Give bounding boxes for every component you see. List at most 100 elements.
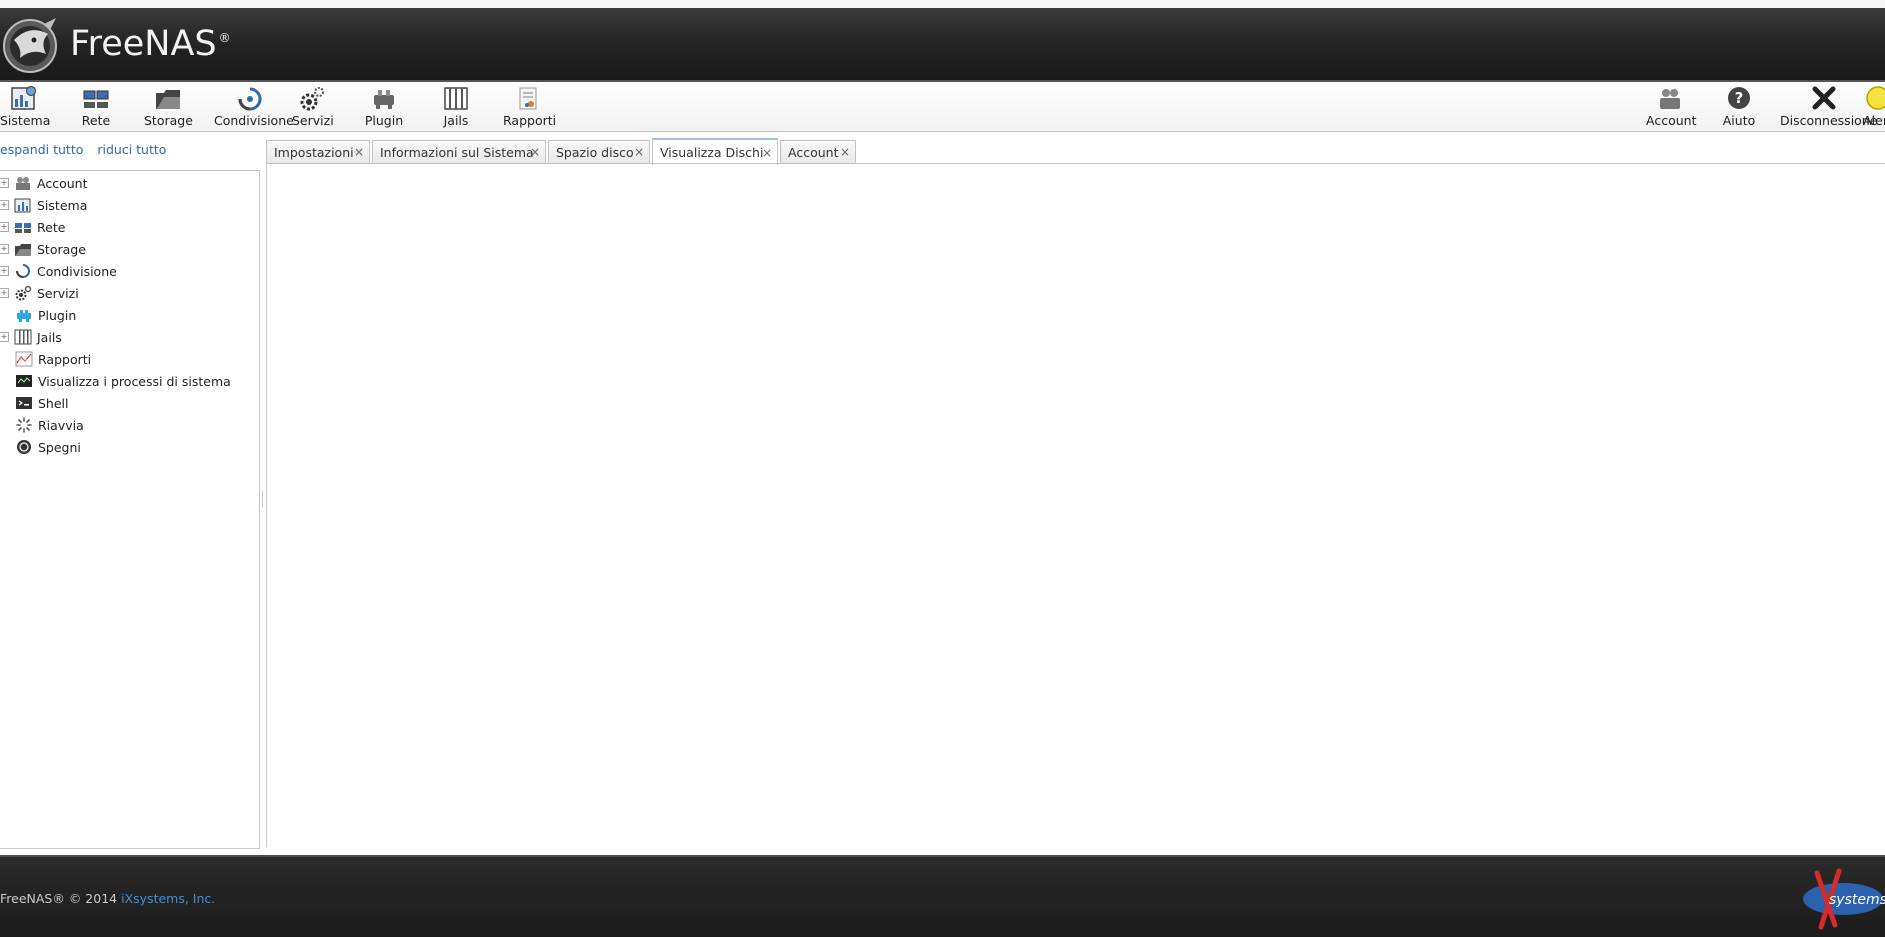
svg-text:?: ? xyxy=(1735,89,1744,107)
account-icon xyxy=(1660,89,1680,109)
toolbar-label: Disconnessione xyxy=(1780,113,1878,128)
services-gear-icon xyxy=(15,285,32,301)
tab-label: Informazioni sul Sistema xyxy=(380,144,534,160)
tree-item-plugin[interactable]: Plugin xyxy=(0,305,76,325)
tab-impostazioni[interactable]: Impostazioni × xyxy=(266,140,370,163)
tree-item-label: Shell xyxy=(38,395,69,411)
toolbar-jails-button[interactable]: Jails xyxy=(440,82,472,130)
toolbar-account-button[interactable]: Account xyxy=(1646,82,1697,130)
expand-toggle[interactable]: + xyxy=(0,266,9,276)
close-icon[interactable]: × xyxy=(530,145,540,159)
toolbar-disconnessione-button[interactable]: Disconnessione xyxy=(1780,82,1878,130)
toolbar-aiuto-button[interactable]: ? Aiuto xyxy=(1722,82,1756,130)
tree-item-label: Storage xyxy=(37,241,86,257)
tree-item-label: Visualizza i processi di sistema xyxy=(38,373,231,389)
navigation-tree: + Account + Sistema + Rete + Storage + C… xyxy=(0,170,260,849)
ixsystems-link[interactable]: iXsystems, Inc. xyxy=(121,891,215,906)
copyright-text: FreeNAS® © 2014 iXsystems, Inc. xyxy=(0,891,215,906)
tree-item-rapporti[interactable]: Rapporti xyxy=(0,349,91,369)
tab-account[interactable]: Account × xyxy=(780,140,856,163)
expand-toggle[interactable]: + xyxy=(0,244,9,254)
app-header: FreeNAS ® xyxy=(0,8,1885,82)
close-icon[interactable]: × xyxy=(840,145,850,159)
tree-item-label: Servizi xyxy=(37,285,79,301)
sharing-icon xyxy=(16,264,30,278)
account-icon xyxy=(16,177,30,190)
tab-visualizza-dischi[interactable]: Visualizza Dischi × xyxy=(652,138,778,165)
alert-light-icon xyxy=(1866,86,1885,110)
tree-item-jails[interactable]: + Jails xyxy=(0,327,62,347)
tree-item-condivisione[interactable]: + Condivisione xyxy=(0,261,117,281)
tree-item-processi[interactable]: Visualizza i processi di sistema xyxy=(0,371,231,391)
tree-item-riavvia[interactable]: Riavvia xyxy=(0,415,84,435)
tree-item-label: Spegni xyxy=(38,439,81,455)
close-icon[interactable]: × xyxy=(762,146,772,160)
freenas-shark-logo-icon xyxy=(3,18,57,73)
storage-icon xyxy=(156,90,180,109)
tree-item-label: Jails xyxy=(37,329,62,345)
tab-spazio-disco[interactable]: Spazio disco × xyxy=(548,140,650,163)
network-icon xyxy=(83,90,109,108)
tree-item-shell[interactable]: Shell xyxy=(0,393,69,413)
toolbar-label: Rete xyxy=(81,113,111,128)
tree-item-label: Account xyxy=(37,175,88,191)
tree-item-label: Rete xyxy=(37,219,66,235)
logout-icon xyxy=(1812,86,1836,110)
toolbar-alert-button[interactable]: Alert xyxy=(1858,82,1885,130)
tree-item-rete[interactable]: + Rete xyxy=(0,217,65,237)
toolbar-label: Aiuto xyxy=(1722,113,1756,128)
tree-item-label: Riavvia xyxy=(38,417,84,433)
tree-controls: espandi tutto riduci tutto xyxy=(0,142,176,157)
tab-informazioni-sistema[interactable]: Informazioni sul Sistema × xyxy=(372,140,546,163)
brand-name: FreeNAS ® xyxy=(70,24,231,64)
network-icon xyxy=(15,223,31,233)
ixsystems-logo-icon[interactable]: systems xyxy=(1795,863,1885,933)
toolbar-rete-button[interactable]: Rete xyxy=(80,82,112,130)
close-icon[interactable]: × xyxy=(354,145,364,159)
toolbar-label: Plugin xyxy=(364,113,404,128)
copyright-label: FreeNAS® © 2014 xyxy=(0,891,118,906)
app-footer: FreeNAS® © 2014 iXsystems, Inc. systems xyxy=(0,855,1885,937)
expand-toggle[interactable]: + xyxy=(0,332,9,342)
expand-toggle[interactable]: + xyxy=(0,178,9,188)
processes-icon xyxy=(16,375,32,387)
collapse-all-link[interactable]: riduci tutto xyxy=(97,142,166,157)
main-toolbar: Sistema Rete Storage Condivisione Serviz… xyxy=(0,82,1885,132)
shell-icon xyxy=(16,397,32,409)
toolbar-label: Rapporti xyxy=(503,113,557,128)
expand-toggle[interactable]: + xyxy=(0,200,9,210)
services-gear-icon xyxy=(300,87,324,111)
toolbar-label: Servizi xyxy=(292,113,334,128)
toolbar-label: Alert xyxy=(1863,113,1885,128)
toolbar-rapporti-button[interactable]: Rapporti xyxy=(503,82,557,130)
toolbar-label: Sistema xyxy=(0,113,51,128)
help-icon: ? xyxy=(1728,87,1750,109)
jails-icon xyxy=(14,329,32,345)
tree-item-label: Sistema xyxy=(37,197,88,213)
toolbar-label: Account xyxy=(1646,113,1697,128)
close-icon[interactable]: × xyxy=(634,145,644,159)
system-chart-icon xyxy=(14,198,31,213)
tree-item-spegni[interactable]: Spegni xyxy=(0,437,81,457)
reboot-icon xyxy=(16,417,32,433)
tree-item-servizi[interactable]: + Servizi xyxy=(0,283,79,303)
tree-item-label: Condivisione xyxy=(37,263,117,279)
tab-label: Impostazioni xyxy=(274,144,354,160)
expand-toggle[interactable]: + xyxy=(0,222,9,232)
toolbar-sistema-button[interactable]: Sistema xyxy=(0,82,51,130)
toolbar-condivisione-button[interactable]: Condivisione xyxy=(214,82,294,130)
toolbar-storage-button[interactable]: Storage xyxy=(144,82,193,130)
toolbar-plugin-button[interactable]: Plugin xyxy=(364,82,404,130)
toolbar-label: Condivisione xyxy=(214,113,294,128)
tree-item-storage[interactable]: + Storage xyxy=(0,239,86,259)
toolbar-servizi-button[interactable]: Servizi xyxy=(292,82,334,130)
toolbar-label: Jails xyxy=(443,113,469,128)
expand-toggle[interactable]: + xyxy=(0,288,9,298)
tree-item-sistema[interactable]: + Sistema xyxy=(0,195,87,215)
sharing-icon xyxy=(238,87,262,111)
tab-content-panel xyxy=(266,164,1885,847)
expand-all-link[interactable]: espandi tutto xyxy=(0,142,83,157)
system-chart-icon xyxy=(11,86,36,110)
jails-icon xyxy=(444,87,468,110)
tree-item-account[interactable]: + Account xyxy=(0,173,87,193)
